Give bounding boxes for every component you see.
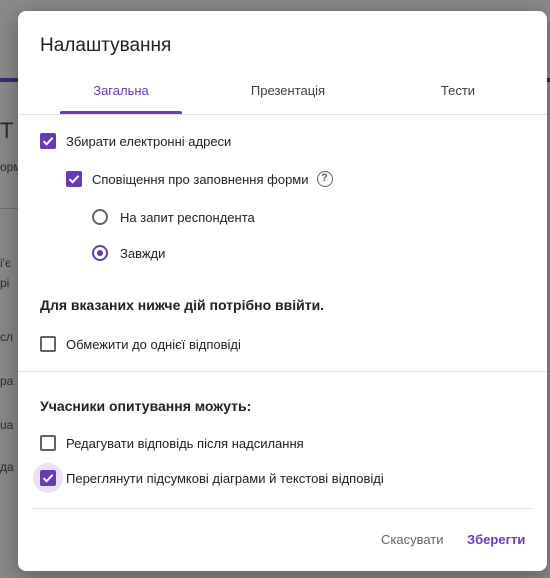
check-icon <box>42 137 54 146</box>
radio-option-always[interactable]: Завжди <box>92 245 165 261</box>
edit-after-submit-option[interactable]: Редагувати відповідь після надсилання <box>40 435 304 451</box>
tab-general[interactable]: Загальна <box>60 83 182 98</box>
respondents-section-title: Учасники опитування можуть: <box>40 398 252 414</box>
tab-presentation[interactable]: Презентація <box>223 83 353 98</box>
tabs-divider <box>18 114 547 115</box>
check-icon <box>68 175 80 184</box>
collect-emails-label: Збирати електронні адреси <box>66 133 232 149</box>
background-divider <box>0 208 18 209</box>
cancel-button[interactable]: Скасувати <box>381 532 444 547</box>
radio-always[interactable] <box>92 245 108 261</box>
background-text-fragment: орм <box>0 160 18 174</box>
radio-on-request[interactable] <box>92 209 108 225</box>
background-text-fragment: сл <box>0 330 14 344</box>
background-text-fragment: T <box>0 118 14 143</box>
background-text-fragment: рі <box>0 276 10 290</box>
settings-dialog: Налаштування Загальна Презентація Тести … <box>18 11 547 571</box>
background-accent-bar <box>0 78 18 82</box>
footer-divider <box>32 508 533 509</box>
help-icon[interactable]: ? <box>316 171 333 187</box>
form-notification-option[interactable]: Сповіщення про заповнення форми ? <box>66 171 333 187</box>
tab-quizzes[interactable]: Тести <box>413 83 503 98</box>
see-summary-checkbox[interactable] <box>40 470 56 486</box>
limit-one-response-label: Обмежити до однієї відповіді <box>66 336 241 352</box>
form-notification-checkbox[interactable] <box>66 171 82 187</box>
limit-one-response-option[interactable]: Обмежити до однієї відповіді <box>40 336 241 352</box>
radio-always-label: Завжди <box>120 245 166 261</box>
tab-bar: Загальна Презентація Тести <box>18 83 547 113</box>
radio-on-request-label: На запит респондента <box>120 209 255 225</box>
section-divider <box>18 371 547 372</box>
edit-after-submit-checkbox[interactable] <box>40 435 56 451</box>
limit-one-response-checkbox[interactable] <box>40 336 56 352</box>
signin-section-title: Для вказаних нижче дій потрібно ввійти. <box>40 297 325 313</box>
collect-emails-option[interactable]: Збирати електронні адреси <box>40 133 231 149</box>
collect-emails-checkbox[interactable] <box>40 133 56 149</box>
edit-after-submit-label: Редагувати відповідь після надсилання <box>66 435 304 451</box>
check-icon <box>42 474 54 483</box>
background-text-fragment: да <box>0 460 14 474</box>
background-text-fragment: і'є <box>0 256 12 270</box>
background-text-fragment: ua <box>0 418 14 432</box>
background-text-fragment: ра <box>0 374 14 388</box>
see-summary-option[interactable]: Переглянути підсумкові діаграми й тексто… <box>40 470 384 486</box>
dialog-title: Налаштування <box>40 35 172 56</box>
radio-option-on-request[interactable]: На запит респондента <box>92 209 255 225</box>
see-summary-label: Переглянути підсумкові діаграми й тексто… <box>66 470 384 486</box>
save-button[interactable]: Зберегти <box>467 532 525 547</box>
form-notification-label: Сповіщення про заповнення форми <box>92 171 309 187</box>
